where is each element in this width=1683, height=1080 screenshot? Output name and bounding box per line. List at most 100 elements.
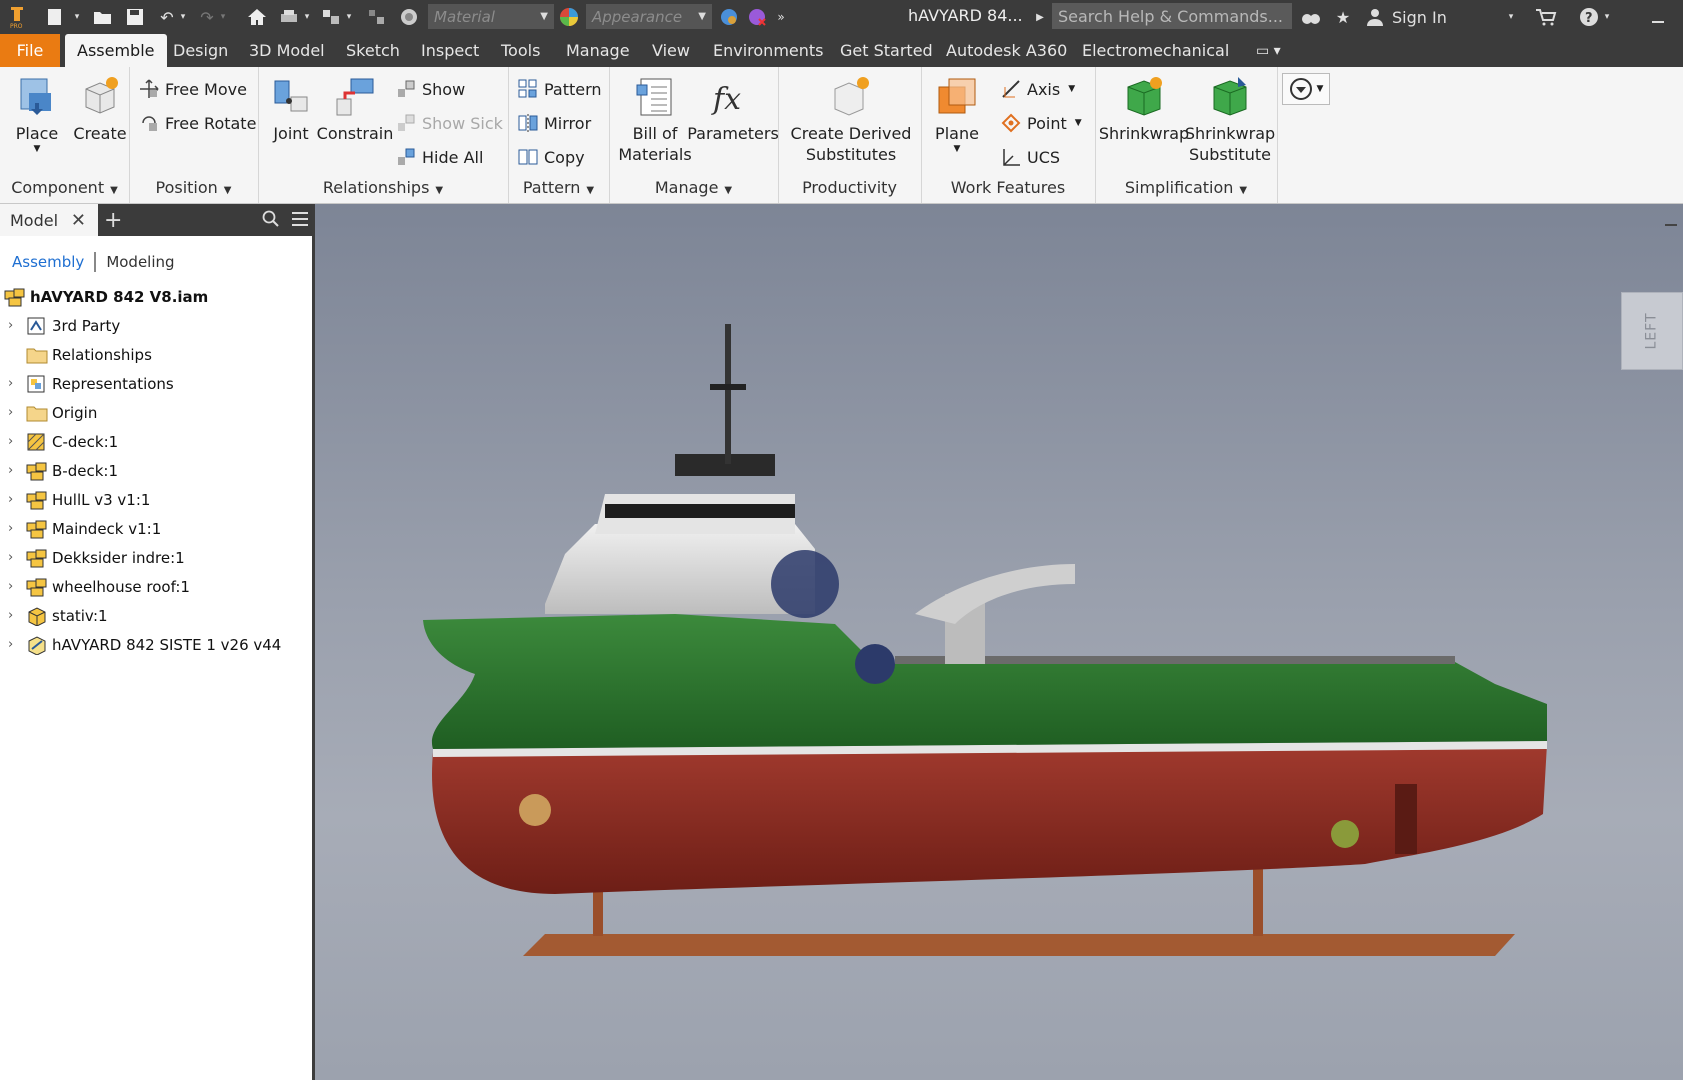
tab-assemble[interactable]: Assemble [65,34,167,67]
material-combo[interactable]: Material ▼ [428,4,554,29]
adjust-appearance-icon[interactable] [718,6,740,28]
ucs-button[interactable]: UCS [1001,145,1060,169]
tab-get-started[interactable]: Get Started [840,34,933,67]
expand-chevron-icon[interactable]: › [8,376,20,391]
expand-chevron-icon[interactable]: › [8,637,20,652]
search-arrow-icon[interactable]: ▶ [1034,6,1046,28]
manage-panel-label[interactable]: Manage ▼ [609,178,778,197]
print-dropdown-icon[interactable]: ▾ [302,6,312,28]
tab-design[interactable]: Design [173,34,228,67]
redo-dropdown-icon[interactable]: ▾ [218,6,228,28]
tree-item[interactable]: › Maindeck v1:1 [0,514,312,543]
tree-item[interactable]: › HullL v3 v1:1 [0,485,312,514]
expand-chevron-icon[interactable]: › [8,550,20,565]
copy-button[interactable]: Copy [518,145,585,169]
point-button[interactable]: Point ▼ [1001,111,1082,135]
add-browser-icon[interactable]: + [104,208,122,233]
tree-item[interactable]: Relationships [0,340,312,369]
update-icon[interactable] [366,6,388,28]
new-dropdown-icon[interactable]: ▾ [72,6,82,28]
joint-button[interactable]: Joint [266,75,316,144]
expand-chevron-icon[interactable]: › [8,318,20,333]
tab-manage[interactable]: Manage [566,34,630,67]
tab-sketch[interactable]: Sketch [346,34,400,67]
expand-chevron-icon[interactable]: › [8,608,20,623]
search-help-input[interactable]: Search Help & Commands... [1052,3,1292,29]
print-icon[interactable] [278,6,300,28]
bill-of-materials-button[interactable]: Bill of Materials [615,75,695,165]
overflow-icon[interactable]: » [774,6,788,28]
tab-inspect[interactable]: Inspect [421,34,479,67]
tab-tools[interactable]: Tools [501,34,540,67]
axis-button[interactable]: Axis ▼ [1001,77,1075,101]
place-button[interactable]: Place ▼ [12,75,62,154]
tree-item[interactable]: › wheelhouse roof:1 [0,572,312,601]
shrinkwrap-button[interactable]: Shrinkwrap [1099,75,1189,144]
new-file-icon[interactable] [44,6,66,28]
select-dropdown-icon[interactable]: ▾ [344,6,354,28]
select-mode-icon[interactable] [320,6,342,28]
create-button[interactable]: Create [72,75,128,144]
tab-3d-model[interactable]: 3D Model [249,34,325,67]
tab-electromechanical[interactable]: Electromechanical [1082,34,1229,67]
tree-item[interactable]: › hAVYARD 842 SISTE 1 v26 v44 [0,630,312,659]
ribbon-display-options-icon[interactable]: ▭ ▾ [1256,34,1281,67]
tree-item[interactable]: › B-deck:1 [0,456,312,485]
open-icon[interactable] [92,6,114,28]
expand-chevron-icon[interactable]: › [8,434,20,449]
appearance-color-icon[interactable] [558,6,580,28]
hamburger-menu-icon[interactable] [292,212,308,230]
mirror-button[interactable]: Mirror [518,111,591,135]
tree-item[interactable]: › C-deck:1 [0,427,312,456]
app-logo-icon[interactable]: PRO [6,6,28,29]
tab-view[interactable]: View [652,34,690,67]
undo-dropdown-icon[interactable]: ▾ [178,6,188,28]
tab-autodesk-a360[interactable]: Autodesk A360 [946,34,1067,67]
close-icon[interactable]: ✕ [71,210,86,231]
clear-appearance-icon[interactable] [746,6,768,28]
browser-tab-model[interactable]: Model ✕ [0,204,98,236]
save-icon[interactable] [124,6,146,28]
help-icon[interactable]: ? [1578,6,1600,28]
sign-in-dropdown-icon[interactable]: ▾ [1506,6,1516,28]
cart-icon[interactable] [1534,6,1558,28]
user-icon[interactable] [1364,6,1386,28]
tree-root[interactable]: hAVYARD 842 V8.iam [0,282,312,311]
tree-item[interactable]: › Dekksider indre:1 [0,543,312,572]
expand-chevron-icon[interactable]: › [8,463,20,478]
mode-assembly[interactable]: Assembly [12,253,84,271]
shrinkwrap-substitute-button[interactable]: Shrinkwrap Substitute [1185,75,1275,165]
graphics-viewport[interactable]: LEFT [315,204,1683,1080]
relationships-panel-label[interactable]: Relationships ▼ [258,178,508,197]
home-icon[interactable] [246,6,268,28]
tree-item[interactable]: › Representations [0,369,312,398]
tree-item[interactable]: › 3rd Party [0,311,312,340]
tab-file[interactable]: File [0,34,60,67]
appearance-combo[interactable]: Appearance ▼ [586,4,712,29]
pattern-button[interactable]: Pattern [518,77,602,101]
favorites-star-icon[interactable]: ★ [1332,6,1354,28]
component-panel-label[interactable]: Component ▼ [0,178,129,197]
expand-chevron-icon[interactable]: › [8,405,20,420]
create-derived-substitutes-button[interactable]: Create Derived Substitutes [784,75,918,165]
globe-icon[interactable] [398,6,420,28]
expand-chevron-icon[interactable]: › [8,521,20,536]
simplification-panel-label[interactable]: Simplification ▼ [1095,178,1277,197]
redo-icon[interactable]: ↷ [196,6,218,28]
expand-chevron-icon[interactable]: › [8,579,20,594]
free-move-button[interactable]: Free Move [139,77,247,101]
undo-icon[interactable]: ↶ [156,6,178,28]
tree-item[interactable]: › Origin [0,398,312,427]
expand-chevron-icon[interactable]: › [8,492,20,507]
help-dropdown-icon[interactable]: ▾ [1602,6,1612,28]
search-icon[interactable] [262,210,280,228]
show-sick-button[interactable]: Show Sick [396,111,503,135]
plane-button[interactable]: Plane ▼ [925,75,989,154]
tab-environments[interactable]: Environments [713,34,824,67]
parameters-button[interactable]: fx Parameters [687,75,779,144]
sign-in-link[interactable]: Sign In [1392,6,1452,28]
show-button[interactable]: Show [396,77,465,101]
pattern-panel-label[interactable]: Pattern ▼ [508,178,609,197]
minimize-icon[interactable] [1650,6,1666,28]
binoculars-icon[interactable] [1300,6,1322,28]
